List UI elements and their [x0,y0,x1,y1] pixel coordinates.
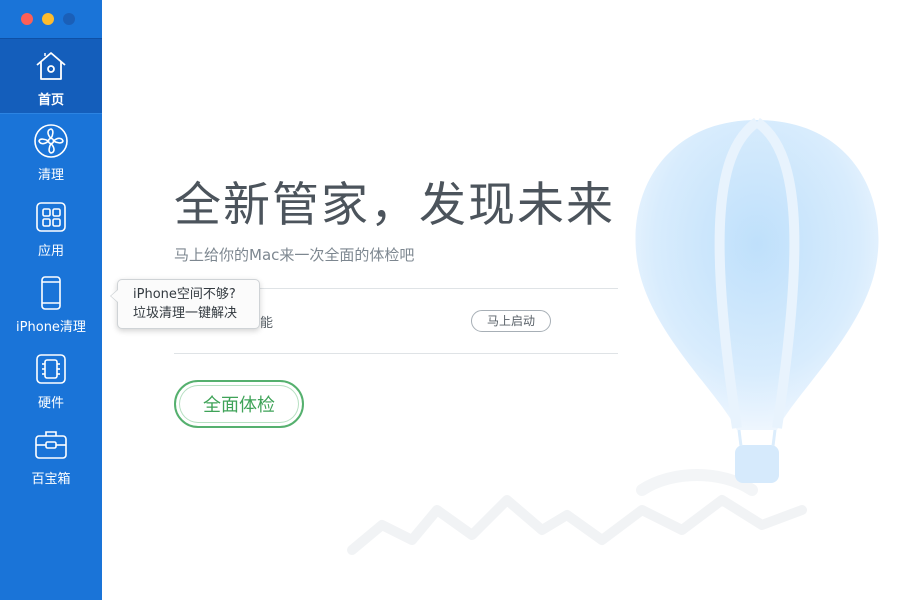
divider [174,353,618,354]
sidebar-item-home[interactable]: 首页 [0,38,102,114]
phone-icon [32,274,70,312]
window-controls [21,13,75,25]
feature-text: 能 [260,316,274,331]
tooltip-line-2: 垃圾清理一键解决 [133,306,238,321]
tooltip-line-1: iPhone空间不够? [133,287,236,302]
toolbox-icon [32,426,70,464]
sidebar-item-label: 应用 [37,244,64,259]
full-checkup-button[interactable]: 全面体检 [174,380,304,428]
sidebar-item-iphone-clean[interactable]: iPhone清理 [0,266,102,340]
sidebar-item-label: 清理 [37,168,64,183]
sidebar-item-toolbox[interactable]: 百宝箱 [0,418,102,492]
sidebar-item-label: iPhone清理 [16,320,86,335]
zoom-window-button[interactable] [63,13,75,25]
iphone-clean-tooltip: iPhone空间不够? 垃圾清理一键解决 [110,279,260,329]
sidebar-item-label: 硬件 [37,396,64,411]
minimize-window-button[interactable] [42,13,54,25]
sidebar-item-apps[interactable]: 应用 [0,190,102,264]
sidebar-item-clean[interactable]: 清理 [0,114,102,188]
chip-icon [32,350,70,388]
apps-grid-icon [32,198,70,236]
launch-now-button[interactable]: 马上启动 [471,310,551,332]
hot-air-balloon-illustration [635,117,879,483]
close-window-button[interactable] [21,13,33,25]
page-title: 全新管家，发现未来 [174,178,615,233]
home-icon [32,47,70,85]
fan-icon [32,122,70,160]
sidebar: 首页 清理 应用 iPhone清理 硬件 百宝箱 [0,0,102,600]
tooltip-arrow [110,289,118,303]
page-subtitle: 马上给你的Mac来一次全面的体检吧 [174,246,415,264]
sidebar-item-hardware[interactable]: 硬件 [0,342,102,416]
sidebar-item-label: 首页 [37,93,64,108]
sidebar-item-label: 百宝箱 [31,472,71,487]
